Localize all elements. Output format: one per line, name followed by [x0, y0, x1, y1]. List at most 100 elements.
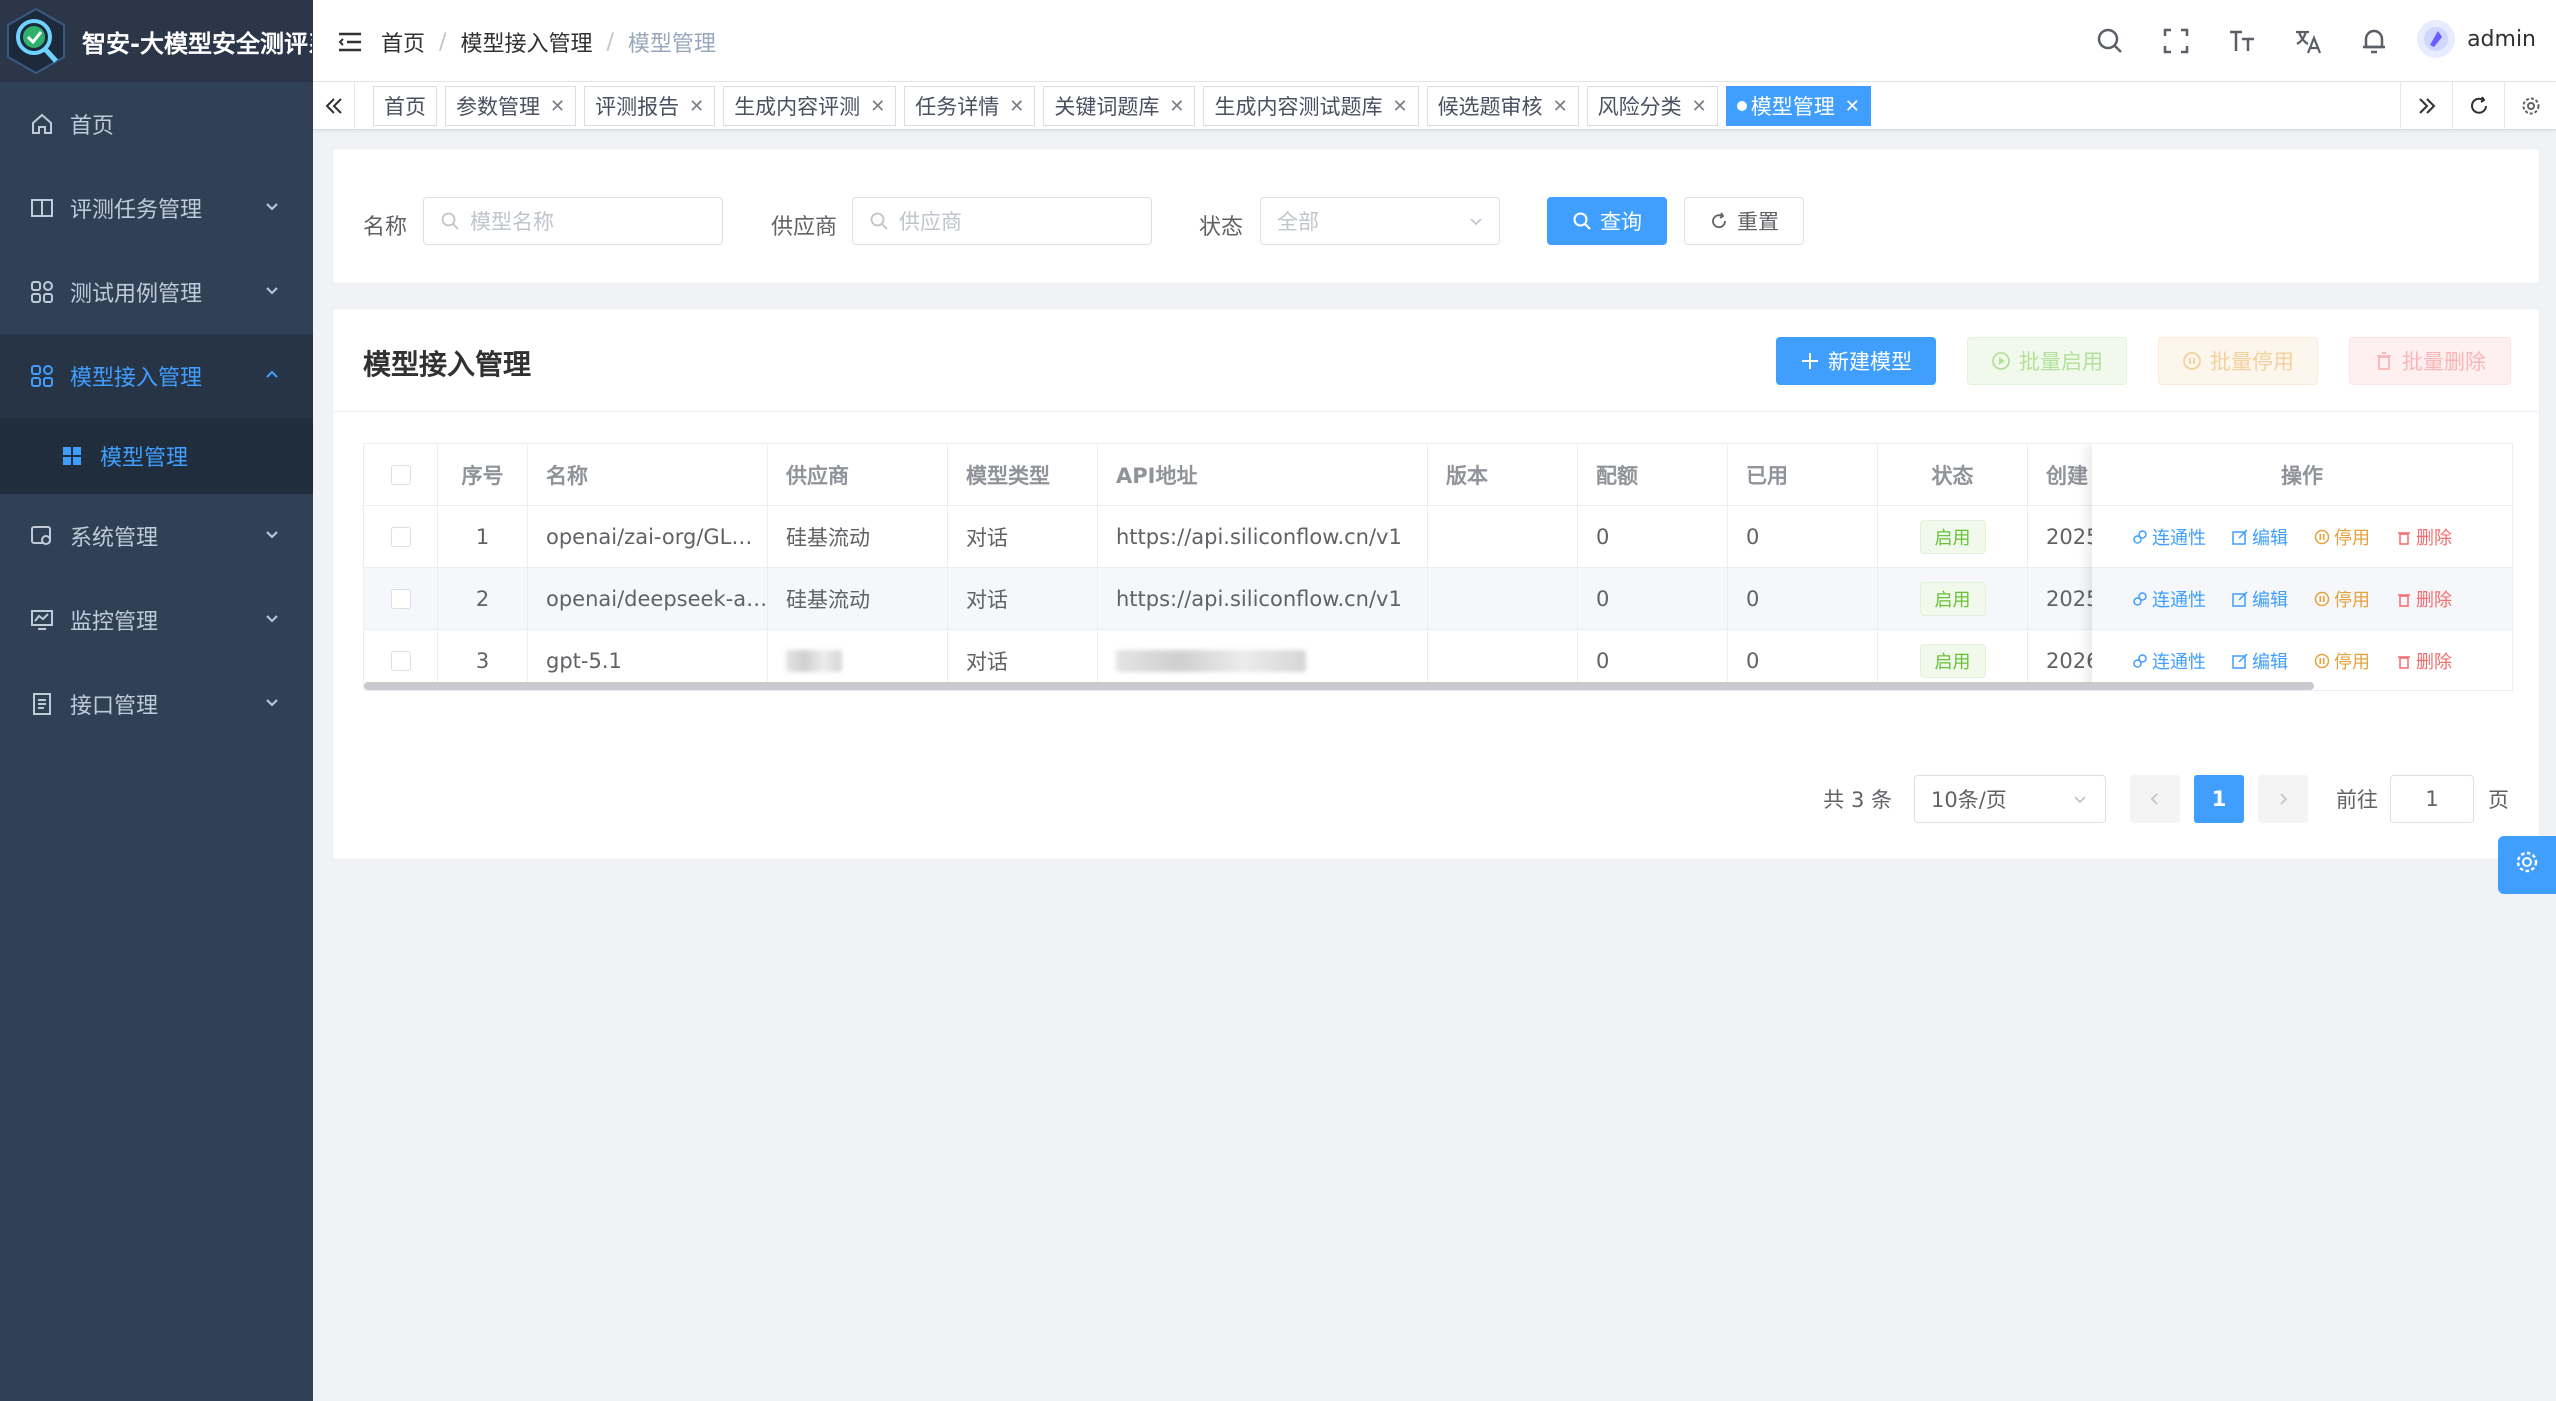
gear-icon[interactable]	[2504, 82, 2556, 130]
refresh-icon[interactable]	[2452, 82, 2504, 130]
page-number-button[interactable]: 1	[2194, 775, 2244, 823]
cell-status: 启用	[1878, 568, 2028, 630]
close-icon[interactable]: ✕	[689, 96, 704, 117]
edit-link[interactable]: 编辑	[2232, 648, 2288, 674]
test-connectivity-link[interactable]: 连通性	[2132, 648, 2206, 674]
disable-link[interactable]: 停用	[2314, 648, 2370, 674]
col-header: 模型类型	[948, 444, 1098, 506]
scroll-left-icon[interactable]	[313, 82, 355, 130]
search-icon[interactable]	[2095, 26, 2125, 56]
search-icon	[869, 211, 889, 231]
sidebar-item-eval-tasks[interactable]: 评测任务管理	[0, 166, 313, 250]
col-header: 序号	[438, 444, 528, 506]
close-icon[interactable]: ✕	[1169, 96, 1184, 117]
tag-model-management[interactable]: 模型管理 ✕	[1725, 86, 1871, 126]
goto-page-input[interactable]: 1	[2390, 775, 2474, 823]
tag-label: 参数管理	[456, 95, 540, 119]
next-page-button[interactable]	[2258, 775, 2308, 823]
breadcrumb-home[interactable]: 首页	[381, 26, 425, 58]
sidebar-item-system[interactable]: 系统管理	[0, 494, 313, 578]
test-connectivity-link[interactable]: 连通性	[2132, 586, 2206, 612]
goto-label: 前往	[2336, 788, 2378, 812]
batch-disable-button[interactable]: 批量停用	[2158, 337, 2318, 385]
reset-button[interactable]: 重置	[1684, 197, 1804, 245]
tags-view: 首页 参数管理 ✕ 评测报告 ✕ 生成内容评测 ✕ 任务详情 ✕ 关键词题库 ✕ 生成内容…	[313, 82, 2556, 130]
sidebar-item-home[interactable]: 首页	[0, 82, 313, 166]
refresh-icon	[1709, 211, 1729, 231]
close-icon[interactable]: ✕	[1009, 96, 1024, 117]
tag-candidate-review[interactable]: 候选题审核 ✕	[1426, 86, 1579, 126]
page-suffix-label: 页	[2488, 788, 2509, 812]
tag-content-eval[interactable]: 生成内容评测 ✕	[723, 86, 897, 126]
cell-index: 1	[438, 506, 528, 568]
tag-keywords[interactable]: 关键词题库 ✕	[1043, 86, 1196, 126]
batch-enable-button[interactable]: 批量启用	[1967, 337, 2127, 385]
sidebar-item-api[interactable]: 接口管理	[0, 662, 313, 746]
disable-link[interactable]: 停用	[2314, 524, 2370, 550]
close-icon[interactable]: ✕	[1845, 96, 1860, 117]
cell-vendor: 硅基流动	[768, 506, 948, 568]
translate-icon[interactable]	[2293, 26, 2323, 56]
breadcrumb-model-access[interactable]: 模型接入管理	[460, 26, 592, 58]
test-connectivity-link[interactable]: 连通性	[2132, 524, 2206, 550]
row-checkbox[interactable]	[390, 589, 411, 609]
edit-link[interactable]: 编辑	[2232, 524, 2288, 550]
font-size-icon[interactable]	[2227, 26, 2257, 56]
page-size-select[interactable]: 10条/页	[1914, 775, 2106, 823]
book-icon	[28, 194, 56, 222]
add-model-button[interactable]: 新建模型	[1776, 337, 1936, 385]
cell-name: openai/deepseek-a…	[528, 568, 768, 630]
delete-link[interactable]: 删除	[2396, 586, 2452, 612]
row-checkbox[interactable]	[390, 651, 411, 671]
delete-link[interactable]: 删除	[2396, 524, 2452, 550]
pagination: 共 3 条 10条/页 1 前往 1 页	[1823, 775, 2509, 823]
sidebar-item-monitor[interactable]: 监控管理	[0, 578, 313, 662]
prev-page-button[interactable]	[2130, 775, 2180, 823]
chevron-down-icon	[261, 608, 283, 630]
menu-toggle-icon[interactable]	[337, 29, 363, 55]
row-checkbox[interactable]	[390, 527, 411, 547]
batch-enable-label: 批量启用	[2019, 350, 2103, 374]
tags-actions	[2400, 82, 2556, 130]
delete-link[interactable]: 删除	[2396, 648, 2452, 674]
col-header: 状态	[1878, 444, 2028, 506]
horizontal-scrollbar[interactable]	[364, 682, 2314, 690]
fullscreen-icon[interactable]	[2161, 26, 2191, 56]
sidebar-item-model-access[interactable]: 模型接入管理	[0, 334, 313, 418]
sidebar-item-test-cases[interactable]: 测试用例管理	[0, 250, 313, 334]
tag-params[interactable]: 参数管理 ✕	[445, 86, 577, 126]
tag-task-detail[interactable]: 任务详情 ✕	[904, 86, 1036, 126]
op-label: 连通性	[2152, 651, 2206, 673]
close-icon[interactable]: ✕	[1553, 96, 1568, 117]
vendor-input[interactable]: 供应商	[852, 197, 1152, 245]
sidebar-item-model-management[interactable]: 模型管理	[0, 418, 313, 494]
link-icon	[2132, 529, 2148, 545]
scroll-right-icon[interactable]	[2400, 82, 2452, 130]
bell-icon[interactable]	[2359, 26, 2389, 56]
tag-home[interactable]: 首页	[373, 86, 437, 126]
vendor-input-placeholder: 供应商	[899, 210, 962, 234]
close-icon[interactable]: ✕	[550, 96, 565, 117]
name-input[interactable]: 模型名称	[423, 197, 723, 245]
disable-link[interactable]: 停用	[2314, 586, 2370, 612]
tag-risk-category[interactable]: 风险分类 ✕	[1586, 86, 1718, 126]
cell-version	[1428, 506, 1578, 568]
col-header: 已用	[1728, 444, 1878, 506]
close-icon[interactable]: ✕	[1392, 96, 1407, 117]
tag-report[interactable]: 评测报告 ✕	[584, 86, 716, 126]
query-button[interactable]: 查询	[1547, 197, 1667, 245]
breadcrumb: 首页 / 模型接入管理 / 模型管理	[381, 26, 716, 58]
page-size-value: 10条/页	[1931, 788, 2007, 812]
select-all-checkbox[interactable]	[390, 465, 411, 485]
batch-delete-button[interactable]: 批量删除	[2349, 337, 2511, 385]
floating-settings-button[interactable]	[2498, 836, 2556, 894]
edit-link[interactable]: 编辑	[2232, 586, 2288, 612]
status-select[interactable]: 全部	[1260, 197, 1500, 245]
close-icon[interactable]: ✕	[870, 96, 885, 117]
user-menu[interactable]: admin	[2417, 20, 2536, 58]
tag-label: 生成内容评测	[734, 95, 861, 119]
breadcrumb-separator: /	[606, 29, 614, 55]
tag-content-test-bank[interactable]: 生成内容测试题库 ✕	[1203, 86, 1419, 126]
op-label: 编辑	[2252, 651, 2288, 673]
close-icon[interactable]: ✕	[1692, 96, 1707, 117]
